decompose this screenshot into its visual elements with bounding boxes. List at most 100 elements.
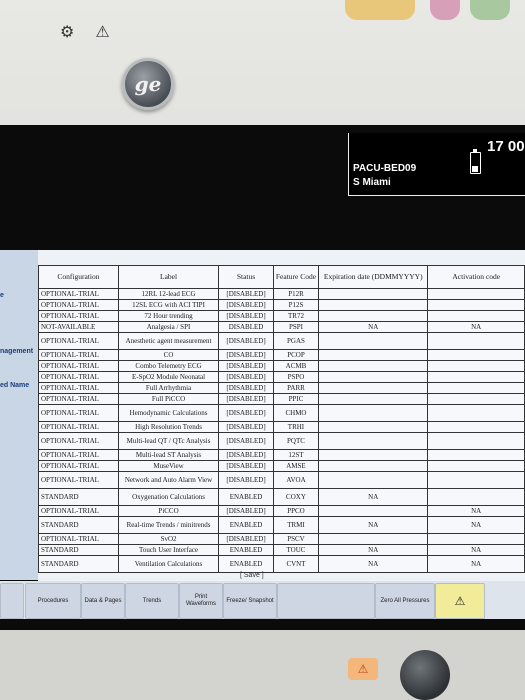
cell-activation-code [427,360,525,372]
table-row[interactable]: OPTIONAL-TRIAL Full Arrhythmia [DISABLED] P… [38,382,525,394]
cell-feature-code: P12R [272,288,320,300]
table-row[interactable]: OPTIONAL-TRIAL SvO2 [DISABLED] PSCV [38,533,525,545]
col-configuration: Configuration [38,265,119,289]
cell-configuration: OPTIONAL-TRIAL [38,371,119,383]
cell-label: Analgesia / SPI [117,321,220,333]
cell-feature-code: AVOA [272,471,320,489]
cell-activation-code [427,404,525,422]
decor-stripe [430,0,460,20]
table-row[interactable]: OPTIONAL-TRIAL MuseView [DISABLED] AMSE [38,460,525,472]
table-row[interactable]: OPTIONAL-TRIAL Hemodynamic Calculations [D… [38,404,525,422]
cell-feature-code: TRHI [272,421,320,433]
bed-label: PACU-BED09 [353,163,417,174]
tab-partial[interactable] [0,583,24,619]
tab-empty[interactable] [277,583,375,619]
cell-label: 72 Hour trending [117,310,220,322]
cell-expiration-date [318,505,429,517]
cell-activation-code [427,533,525,545]
cell-expiration-date [318,421,429,433]
cell-configuration: OPTIONAL-TRIAL [38,505,119,517]
table-row[interactable]: OPTIONAL-TRIAL Multi-lead ST Analysis [DIS… [38,449,525,461]
alarm-silence-button[interactable]: ⚠ [435,583,485,619]
cell-feature-code: PPCO [272,505,320,517]
tab-procedures[interactable]: Procedures [25,583,81,619]
table-row[interactable]: OPTIONAL-TRIAL Anesthetic agent measureme… [38,332,525,350]
col-feature-code: Feature Code [272,265,320,289]
left-menu-item[interactable]: nagement [0,348,33,355]
cell-configuration: OPTIONAL-TRIAL [38,332,119,350]
cell-activation-code [427,488,525,506]
tab-print-waveforms[interactable]: Print Waveforms [179,583,223,619]
cell-expiration-date: NA [318,544,429,556]
decor-stripe [470,0,510,20]
cell-configuration: OPTIONAL-TRIAL [38,382,119,394]
table-row[interactable]: STANDARD Oxygenation Calculations ENABLED C… [38,488,525,506]
cell-status: [DISABLED] [218,382,274,394]
cell-activation-code: NA [427,516,525,534]
cell-status: [DISABLED] [218,404,274,422]
cell-label: Anesthetic agent measurement [117,332,220,350]
cell-activation-code [427,349,525,361]
cell-feature-code: AMSE [272,460,320,472]
alarm-pause-hardware-button[interactable]: ⚠ [348,658,378,680]
logo-text: ge [134,72,162,96]
cell-feature-code: P12S [272,299,320,311]
table-row[interactable]: OPTIONAL-TRIAL Network and Auto Alarm Vie… [38,471,525,489]
table-row[interactable]: OPTIONAL-TRIAL 72 Hour trending [DISABLED]… [38,310,525,322]
cell-activation-code [427,460,525,472]
left-menu-item[interactable]: ed Name [0,382,29,389]
col-label: Label [117,265,220,289]
cell-feature-code: TOUC [272,544,320,556]
table-row[interactable]: OPTIONAL-TRIAL PiCCO [DISABLED] PPCO NA [38,505,525,517]
cell-label: E-SpO2 Module Neonatal [117,371,220,383]
tab-freeze-snapshot[interactable]: Freeze/ Snapshot [223,583,277,619]
cell-status: [DISABLED] [218,432,274,450]
cell-expiration-date [318,432,429,450]
device-status-icons: ⚙ ⚠ [60,22,118,41]
table-row[interactable]: OPTIONAL-TRIAL Full PiCCO [DISABLED] PPIC [38,393,525,405]
tab-trends[interactable]: Trends [125,583,179,619]
tab-data-pages[interactable]: Data & Pages [81,583,125,619]
table-row[interactable]: STANDARD Ventilation Calculations ENABLED C… [38,555,525,573]
table-row[interactable]: OPTIONAL-TRIAL High Resolution Trends [DIS… [38,421,525,433]
table-row[interactable]: OPTIONAL-TRIAL CO [DISABLED] PCOP [38,349,525,361]
cell-expiration-date: NA [318,516,429,534]
cell-expiration-date [318,393,429,405]
col-activation-code: Activation code [427,265,525,289]
cell-expiration-date [318,371,429,383]
cell-status: [DISABLED] [218,360,274,372]
cell-feature-code: TRMI [272,516,320,534]
cell-status: [DISABLED] [218,349,274,361]
cell-label: Ventilation Calculations [117,555,220,573]
tab-zero-all-pressures[interactable]: Zero All Pressures [375,583,435,619]
cell-activation-code [427,421,525,433]
cell-feature-code: PSCV [272,533,320,545]
left-menu-item[interactable]: e [0,292,4,299]
cell-activation-code [427,432,525,450]
cell-feature-code: 12ST [272,449,320,461]
cell-expiration-date: NA [318,321,429,333]
cell-status: [DISABLED] [218,533,274,545]
cell-status: [DISABLED] [218,471,274,489]
cell-label: Oxygenation Calculations [117,488,220,506]
cell-status: [DISABLED] [218,299,274,311]
table-row[interactable]: OPTIONAL-TRIAL E-SpO2 Module Neonatal [DIS… [38,371,525,383]
cell-activation-code [427,393,525,405]
cell-expiration-date [318,360,429,372]
cell-feature-code: COXY [272,488,320,506]
table-row[interactable]: STANDARD Touch User Interface ENABLED TOUC N… [38,544,525,556]
table-row[interactable]: OPTIONAL-TRIAL 12RL 12-lead ECG [DISABLED]… [38,288,525,300]
save-button[interactable]: [ Save ] [240,572,264,579]
cell-label: Network and Auto Alarm View [117,471,220,489]
cell-label: Hemodynamic Calculations [117,404,220,422]
patient-name: S Miami [353,177,391,188]
cell-status: [DISABLED] [218,449,274,461]
table-row[interactable]: STANDARD Real-time Trends / minitrends ENA… [38,516,525,534]
table-row[interactable]: OPTIONAL-TRIAL 12SL ECG with ACI TIPI [DIS… [38,299,525,311]
table-row[interactable]: NOT-AVAILABLE Analgesia / SPI DISABLED PSPI… [38,321,525,333]
table-row[interactable]: OPTIONAL-TRIAL Multi-lead QT / QTc Analys… [38,432,525,450]
trim-knob[interactable] [400,650,450,700]
table-row[interactable]: OPTIONAL-TRIAL Combo Telemetry ECG [DISABL… [38,360,525,372]
cell-label: PiCCO [117,505,220,517]
cell-feature-code: CVNT [272,555,320,573]
